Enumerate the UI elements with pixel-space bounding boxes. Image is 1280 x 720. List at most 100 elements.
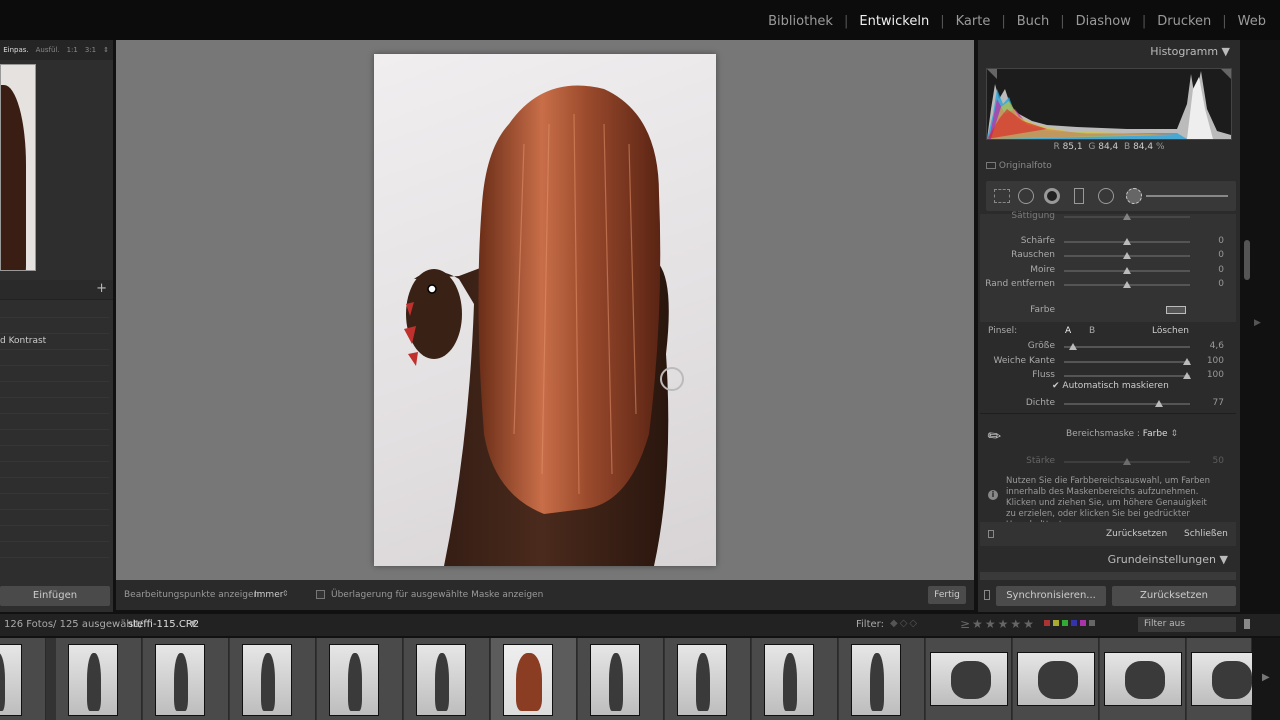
slider-value[interactable]: 4,6 (1210, 341, 1224, 351)
overlay-checkbox[interactable] (316, 590, 325, 599)
color-filter-red[interactable] (1044, 620, 1050, 626)
module-buch[interactable]: Buch (1006, 14, 1061, 29)
slider-knob[interactable] (1123, 213, 1131, 220)
film-thumbnail[interactable] (317, 638, 403, 720)
module-karte[interactable]: Karte (945, 14, 1002, 29)
film-thumbnail[interactable] (404, 638, 490, 720)
automask-checkbox[interactable]: ✔ Automatisch maskieren (1052, 381, 1169, 391)
slider-value[interactable]: 0 (1218, 236, 1224, 246)
original-photo-toggle[interactable]: Originalfoto (986, 161, 1052, 171)
mask-close-button[interactable]: Schließen (1184, 529, 1228, 539)
film-thumbnail[interactable] (230, 638, 316, 720)
film-thumbnail[interactable] (1100, 638, 1186, 720)
slider-value[interactable]: 0 (1218, 250, 1224, 260)
slider-knob[interactable] (1123, 281, 1131, 288)
eyedropper-icon[interactable]: ✎ (983, 420, 1012, 450)
crop-tool-icon[interactable] (994, 189, 1010, 203)
add-preset-icon[interactable]: + (96, 281, 107, 296)
module-bibliothek[interactable]: Bibliothek (757, 14, 844, 29)
preset-row[interactable] (0, 382, 109, 398)
mask-reset-button[interactable]: Zurücksetzen (1106, 529, 1167, 539)
preset-row[interactable] (0, 366, 109, 382)
slider-knob[interactable] (1123, 238, 1131, 245)
slider-value[interactable]: 0 (1218, 265, 1224, 275)
color-swatch[interactable] (1166, 306, 1186, 314)
module-drucken[interactable]: Drucken (1146, 14, 1222, 29)
filmstrip-filename[interactable]: steffi-115.CR2 (128, 619, 199, 630)
film-thumbnail[interactable] (839, 638, 925, 720)
slider-value[interactable]: 100 (1207, 370, 1224, 380)
radial-filter-icon[interactable] (1098, 188, 1114, 204)
preset-row[interactable] (0, 430, 109, 446)
slider-knob[interactable] (1123, 252, 1131, 259)
preset-row[interactable]: d Kontrast (0, 334, 109, 350)
image-canvas[interactable] (116, 40, 974, 580)
slider-groesse[interactable]: Größe 4,6 (978, 340, 1236, 354)
module-web[interactable]: Web (1227, 14, 1266, 29)
preset-row[interactable] (0, 350, 109, 366)
paste-button[interactable]: Einfügen (0, 586, 110, 606)
sync-toggle-icon[interactable] (984, 590, 990, 600)
slider-knob[interactable] (1183, 358, 1191, 365)
film-thumbnail[interactable] (578, 638, 664, 720)
filmstrip-scroll[interactable]: ▶ (1252, 638, 1280, 720)
zoom-fill[interactable]: Ausfül. (36, 46, 60, 54)
slider-value[interactable]: 77 (1213, 398, 1224, 408)
red-eye-icon[interactable] (1044, 188, 1060, 204)
preset-row[interactable] (0, 446, 109, 462)
basic-settings-header[interactable]: Grundeinstellungen ▼ (978, 550, 1236, 570)
slider-value[interactable]: 0 (1218, 279, 1224, 289)
histogram[interactable] (986, 68, 1232, 140)
navigator-preview[interactable] (0, 64, 36, 271)
slider-rauschen[interactable]: Rauschen 0 (978, 249, 1236, 263)
film-thumbnail[interactable] (752, 638, 838, 720)
color-filter-none[interactable] (1089, 620, 1095, 626)
color-filter-blue[interactable] (1071, 620, 1077, 626)
graduated-filter-icon[interactable] (1074, 188, 1084, 204)
slider-staerke[interactable]: Stärke 50 (978, 455, 1236, 469)
zoom-dropdown-icon[interactable]: ⇕ (103, 46, 109, 54)
done-button[interactable]: Fertig (928, 586, 966, 604)
slider-value[interactable]: 50 (1213, 456, 1224, 466)
film-thumbnail-selected[interactable] (491, 638, 577, 720)
preset-row[interactable] (0, 398, 109, 414)
spot-removal-icon[interactable] (1018, 188, 1034, 204)
film-thumbnail[interactable] (665, 638, 751, 720)
preset-row[interactable] (0, 462, 109, 478)
color-label-filter[interactable] (1044, 620, 1095, 626)
brush-clear-button[interactable]: Löschen (1152, 326, 1189, 336)
preset-row[interactable] (0, 510, 109, 526)
slider-knob[interactable] (1123, 267, 1131, 274)
filter-lock-icon[interactable] (1244, 619, 1250, 629)
preset-row[interactable] (0, 494, 109, 510)
chevron-down-icon[interactable]: ▼ (190, 619, 196, 628)
module-entwickeln[interactable]: Entwickeln (848, 14, 940, 29)
slider-saturation-cut[interactable]: Sättigung (978, 210, 1236, 224)
range-mask-value[interactable]: Farbe (1143, 429, 1168, 439)
zoom-fit[interactable]: Einpas. (3, 46, 28, 54)
histogram-header[interactable]: Histogramm ▼ (978, 40, 1240, 64)
color-filter-green[interactable] (1062, 620, 1068, 626)
filter-select[interactable]: Filter aus (1138, 617, 1236, 632)
panel-toggle-icon[interactable] (988, 530, 994, 538)
adjustment-brush-icon[interactable] (1126, 188, 1142, 204)
slider-knob[interactable] (1069, 343, 1077, 350)
flag-filter-icons[interactable]: ◆◇◇ (890, 618, 919, 629)
preset-row[interactable] (0, 302, 109, 318)
edit-points-select[interactable]: Immer (254, 590, 283, 600)
photo[interactable] (374, 54, 716, 566)
preset-row[interactable] (0, 414, 109, 430)
sync-button[interactable]: Synchronisieren... (996, 586, 1106, 606)
slider-weiche-kante[interactable]: Weiche Kante 100 (978, 355, 1236, 369)
slider-schaerfe[interactable]: Schärfe 0 (978, 235, 1236, 249)
slider-knob[interactable] (1123, 458, 1131, 465)
preset-row[interactable] (0, 318, 109, 334)
preset-row[interactable] (0, 542, 109, 558)
film-thumbnail[interactable] (0, 638, 46, 720)
film-thumbnail[interactable] (1013, 638, 1099, 720)
film-thumbnail[interactable] (1187, 638, 1269, 720)
slider-moire[interactable]: Moire 0 (978, 264, 1236, 278)
reset-button[interactable]: Zurücksetzen (1112, 586, 1236, 606)
preset-row[interactable] (0, 526, 109, 542)
preset-row[interactable] (0, 478, 109, 494)
